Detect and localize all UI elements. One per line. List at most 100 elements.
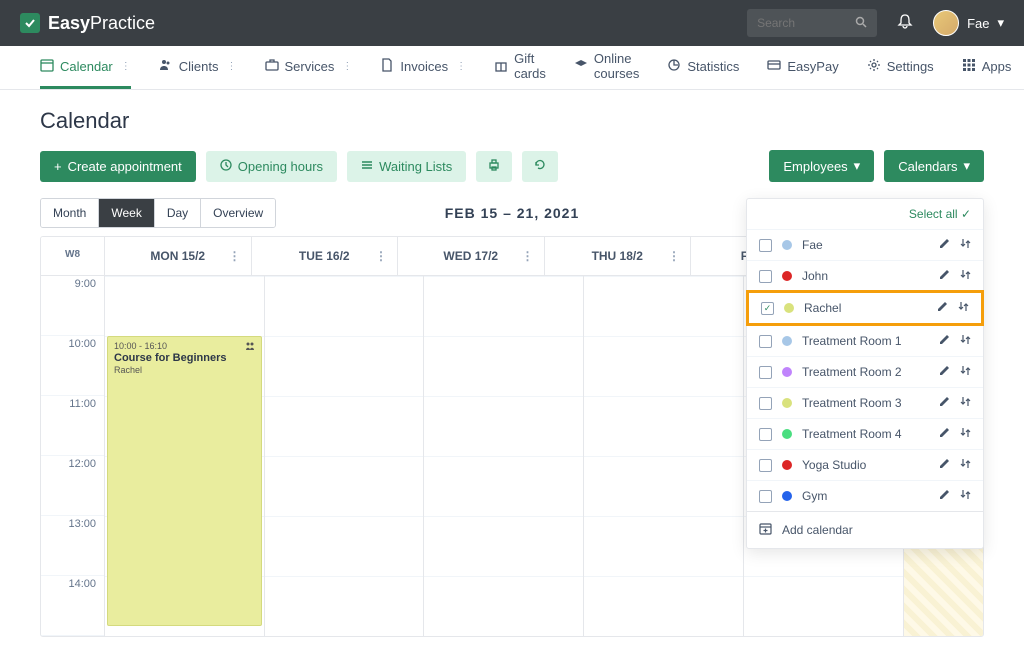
tab-day[interactable]: Day — [155, 199, 201, 227]
day-col-mon[interactable]: 10:00 - 16:10 Course for Beginners Rache… — [105, 276, 265, 636]
day-menu-icon[interactable]: ⋮ — [375, 249, 387, 263]
check-all-icon: ✓ — [961, 207, 971, 221]
grid-icon — [962, 58, 976, 75]
employees-dropdown[interactable]: Employees ▾ — [769, 150, 874, 182]
day-menu-icon[interactable]: ⋮ — [668, 249, 680, 263]
color-dot — [782, 240, 792, 250]
checkbox[interactable] — [759, 459, 772, 472]
user-menu[interactable]: Fae ▾ — [933, 10, 1004, 36]
waiting-lists-button[interactable]: Waiting Lists — [347, 151, 466, 182]
nav-online[interactable]: Online courses — [574, 46, 640, 89]
day-col-wed[interactable] — [424, 276, 584, 636]
search-input[interactable] — [757, 16, 837, 30]
day-menu-icon[interactable]: ⋮ — [522, 249, 534, 263]
swap-icon[interactable] — [958, 301, 969, 315]
swap-icon[interactable] — [960, 427, 971, 441]
day-menu-icon[interactable]: ⋮ — [229, 249, 241, 263]
nav-apps[interactable]: Apps — [962, 46, 1012, 89]
nav-dots-icon[interactable]: ⋮ — [456, 61, 466, 72]
opening-hours-button[interactable]: Opening hours — [206, 151, 337, 182]
nav-giftcards[interactable]: Gift cards — [494, 46, 546, 89]
event-title: Course for Beginners — [114, 352, 255, 364]
calendar-item[interactable]: Treatment Room 2 — [747, 356, 983, 387]
edit-icon[interactable] — [939, 269, 950, 283]
swap-icon[interactable] — [960, 489, 971, 503]
nav-clients[interactable]: Clients⋮ — [159, 46, 237, 89]
add-calendar-button[interactable]: Add calendar — [747, 511, 983, 548]
edit-icon[interactable] — [939, 238, 950, 252]
calendar-item[interactable]: Yoga Studio — [747, 449, 983, 480]
checkbox[interactable] — [759, 239, 772, 252]
tab-week[interactable]: Week — [99, 199, 154, 227]
search-box[interactable] — [747, 9, 877, 37]
edit-icon[interactable] — [939, 458, 950, 472]
calendar-item[interactable]: Treatment Room 1 — [747, 325, 983, 356]
calendars-dropdown[interactable]: Calendars ▾ — [884, 150, 984, 182]
notification-bell-icon[interactable] — [897, 13, 913, 34]
swap-icon[interactable] — [960, 396, 971, 410]
avatar — [933, 10, 959, 36]
nav-services[interactable]: Services⋮ — [265, 46, 353, 89]
calendar-item[interactable]: Treatment Room 4 — [747, 418, 983, 449]
calendar-item[interactable]: Fae — [747, 229, 983, 260]
create-appointment-button[interactable]: + Create appointment — [40, 151, 196, 182]
color-dot — [782, 429, 792, 439]
select-all-button[interactable]: Select all ✓ — [747, 199, 983, 229]
nav-bar: Calendar⋮ Clients⋮ Services⋮ Invoices⋮ G… — [0, 46, 1024, 90]
search-icon — [855, 16, 867, 31]
checkbox[interactable] — [759, 335, 772, 348]
calendar-name: Fae — [802, 238, 929, 252]
people-icon — [159, 58, 173, 75]
swap-icon[interactable] — [960, 365, 971, 379]
chart-icon — [667, 58, 681, 75]
edit-icon[interactable] — [939, 365, 950, 379]
checkbox[interactable] — [759, 270, 772, 283]
calendar-item[interactable]: Treatment Room 3 — [747, 387, 983, 418]
calendar-item[interactable]: ✓Rachel — [746, 290, 984, 326]
nav-calendar[interactable]: Calendar⋮ — [40, 46, 131, 89]
checkbox[interactable] — [759, 490, 772, 503]
logo-check-icon — [20, 13, 40, 33]
brand-bold: Easy — [48, 13, 90, 33]
calendar-name: Treatment Room 4 — [802, 427, 929, 441]
refresh-icon — [534, 159, 546, 174]
nav-dots-icon[interactable]: ⋮ — [342, 61, 352, 72]
edit-icon[interactable] — [937, 301, 948, 315]
time-column: 9:00 10:00 11:00 12:00 13:00 14:00 — [41, 276, 105, 636]
print-button[interactable] — [476, 151, 512, 182]
event-course[interactable]: 10:00 - 16:10 Course for Beginners Rache… — [107, 336, 262, 626]
edit-icon[interactable] — [939, 427, 950, 441]
nav-easypay[interactable]: EasyPay — [767, 46, 838, 89]
tab-overview[interactable]: Overview — [201, 199, 275, 227]
checkbox[interactable] — [759, 366, 772, 379]
caret-down-icon: ▾ — [963, 158, 970, 174]
swap-icon[interactable] — [960, 334, 971, 348]
swap-icon[interactable] — [960, 238, 971, 252]
day-header-wed: WED 17/2⋮ — [398, 237, 545, 275]
day-col-tue[interactable] — [265, 276, 425, 636]
checkbox[interactable]: ✓ — [761, 302, 774, 315]
clock-icon — [220, 159, 232, 174]
time-label: 10:00 — [41, 336, 104, 396]
calendar-name: Gym — [802, 489, 929, 503]
nav-invoices[interactable]: Invoices⋮ — [380, 46, 466, 89]
calendar-icon — [40, 58, 54, 75]
logo[interactable]: EasyPractice — [20, 13, 155, 34]
day-col-thu[interactable] — [584, 276, 744, 636]
nav-statistics[interactable]: Statistics — [667, 46, 739, 89]
checkbox[interactable] — [759, 428, 772, 441]
edit-icon[interactable] — [939, 489, 950, 503]
tab-month[interactable]: Month — [41, 199, 99, 227]
edit-icon[interactable] — [939, 396, 950, 410]
checkbox[interactable] — [759, 397, 772, 410]
nav-dots-icon[interactable]: ⋮ — [121, 61, 131, 72]
calendar-item[interactable]: John — [747, 260, 983, 291]
calendar-item[interactable]: Gym — [747, 480, 983, 511]
edit-icon[interactable] — [939, 334, 950, 348]
refresh-button[interactable] — [522, 151, 558, 182]
nav-settings[interactable]: Settings — [867, 46, 934, 89]
document-icon — [380, 58, 394, 75]
nav-dots-icon[interactable]: ⋮ — [227, 61, 237, 72]
swap-icon[interactable] — [960, 269, 971, 283]
swap-icon[interactable] — [960, 458, 971, 472]
